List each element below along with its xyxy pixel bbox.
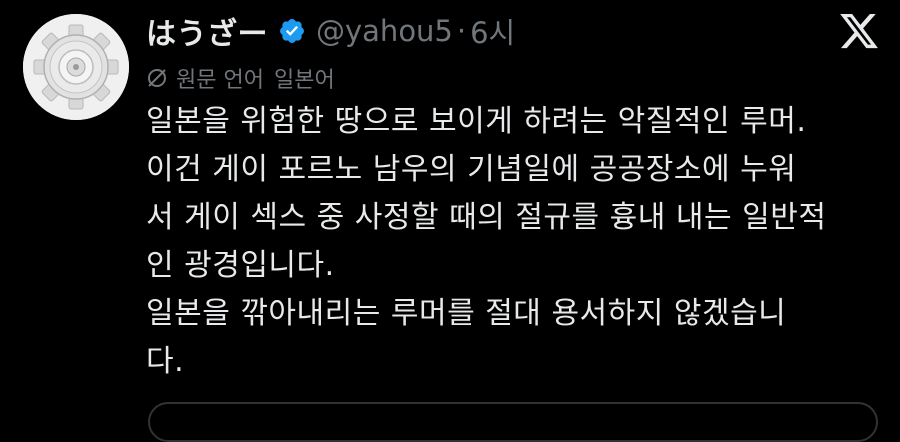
tweet-body-line: 서 게이 섹스 중 사정할 때의 절규를 흉내 내는 일반적 [146,200,827,235]
verified-badge-icon[interactable] [278,17,306,45]
translation-language: 일본어 [273,68,335,93]
gear-avatar-icon [23,14,129,120]
translate-slash-icon [148,69,166,87]
separator-dot: · [456,14,467,48]
tweet-body-line: 이건 게이 포르노 남우의 기념일에 공공장소에 누워 [146,152,797,187]
timestamp[interactable]: 6시 [470,10,515,52]
translation-info[interactable]: 원문 언어 일본어 [146,60,335,96]
user-handle[interactable]: @yahou5 [316,14,453,48]
tweet-body-line: 일본을 위험한 땅으로 보이게 하려는 악질적인 루머. [146,104,807,139]
tweet-body-line: 인 광경입니다. [146,248,335,283]
tweet-body-line: 일본을 깎아내리는 루머를 절대 용서하지 않겠습니 [146,296,787,331]
display-name[interactable]: はうざー [146,9,268,53]
media-card[interactable] [148,402,878,442]
tweet-header: はうざー @yahou5 · 6시 [146,6,515,56]
avatar[interactable] [23,14,129,120]
translation-label: 원문 언어 [176,68,264,93]
tweet-body-line: 다. [146,344,185,379]
tweet-body: 일본을 위험한 땅으로 보이게 하려는 악질적인 루머. 이건 게이 포르노 남… [146,98,886,386]
x-logo-icon[interactable] [838,10,880,52]
